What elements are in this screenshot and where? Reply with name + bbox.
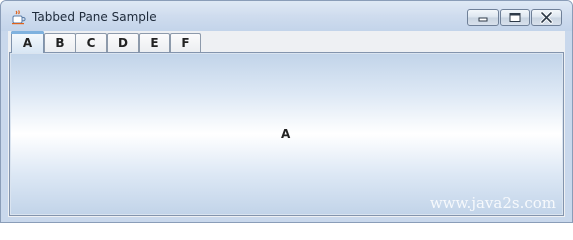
close-button[interactable] [531,9,562,26]
panel-content-label: A [281,127,291,141]
tab-strip: A B C D E F [8,31,565,53]
java-app-icon[interactable] [10,9,26,25]
maximize-icon [509,13,521,22]
minimize-icon [478,17,488,22]
tab-b[interactable]: B [44,33,76,52]
maximize-button[interactable] [500,9,530,26]
tab-f[interactable]: F [170,33,201,52]
window-title: Tabbed Pane Sample [32,10,157,24]
application-window: Tabbed Pane Sample A B C D E F A www.jav… [0,0,573,223]
panel-gradient-area: A www.java2s.com [11,54,562,214]
tab-c[interactable]: C [75,33,107,52]
tab-e[interactable]: E [139,33,170,52]
minimize-button[interactable] [467,9,499,26]
watermark-text: www.java2s.com [429,194,556,212]
close-icon [540,11,553,24]
tab-d[interactable]: D [107,33,139,52]
content-pane: A B C D E F A www.java2s.com [8,31,565,217]
tab-content-panel: A www.java2s.com [9,52,564,216]
title-bar[interactable]: Tabbed Pane Sample [1,1,572,31]
tab-a[interactable]: A [11,31,44,53]
